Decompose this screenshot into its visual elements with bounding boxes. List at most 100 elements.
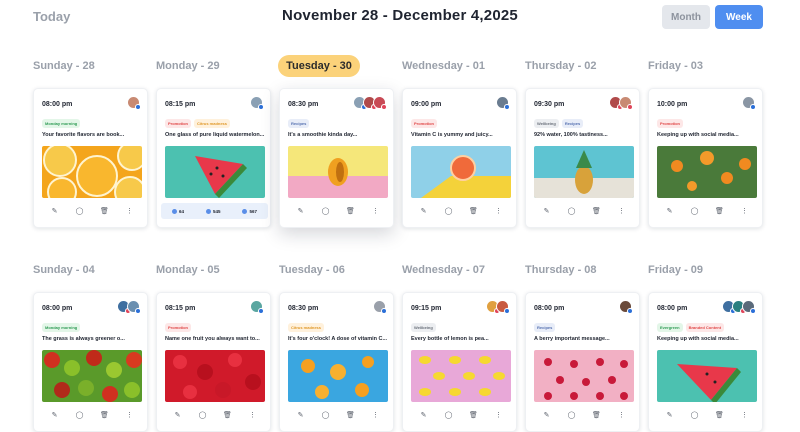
post-image[interactable]: [288, 350, 388, 402]
post-card[interactable]: 08:15 pm Promotion Name one fruit you alwa…: [156, 292, 271, 432]
day-header[interactable]: Tuesday - 06: [279, 259, 345, 281]
post-image[interactable]: [534, 146, 634, 198]
post-image[interactable]: [411, 146, 511, 198]
edit-icon[interactable]: ✎: [541, 205, 553, 217]
day-header-active[interactable]: Tuesday - 30: [278, 55, 360, 77]
delete-icon[interactable]: 🗑: [468, 205, 480, 217]
comment-icon[interactable]: ◯: [689, 409, 701, 421]
day-header[interactable]: Monday - 29: [156, 55, 220, 77]
edit-icon[interactable]: ✎: [664, 205, 676, 217]
post-image[interactable]: [411, 350, 511, 402]
post-image[interactable]: [165, 350, 265, 402]
account-avatars[interactable]: [722, 300, 756, 314]
post-card[interactable]: 08:00 pm Evergreen Branded Content Keeping …: [648, 292, 763, 432]
delete-icon[interactable]: 🗑: [99, 409, 111, 421]
account-avatars[interactable]: [486, 300, 510, 314]
comment-icon[interactable]: ◯: [74, 205, 86, 217]
comment-icon[interactable]: ◯: [566, 205, 578, 217]
post-image[interactable]: [657, 146, 757, 198]
comment-icon[interactable]: ◯: [197, 409, 209, 421]
comment-icon[interactable]: ◯: [320, 409, 332, 421]
post-time: 09:00 pm: [411, 101, 442, 108]
delete-icon[interactable]: 🗑: [468, 409, 480, 421]
edit-icon[interactable]: ✎: [418, 409, 430, 421]
edit-icon[interactable]: ✎: [49, 409, 61, 421]
comment-icon[interactable]: ◯: [443, 409, 455, 421]
edit-icon[interactable]: ✎: [49, 205, 61, 217]
account-avatars[interactable]: [373, 300, 387, 314]
delete-icon[interactable]: 🗑: [714, 205, 726, 217]
post-image[interactable]: [165, 146, 265, 198]
day-header[interactable]: Sunday - 04: [33, 259, 95, 281]
edit-icon[interactable]: ✎: [172, 409, 184, 421]
day-header[interactable]: Friday - 03: [648, 55, 703, 77]
comment-icon[interactable]: ◯: [320, 205, 332, 217]
more-icon[interactable]: ⋮: [739, 409, 751, 421]
day-header[interactable]: Wednesday - 01: [402, 55, 485, 77]
more-icon[interactable]: ⋮: [124, 205, 136, 217]
post-card[interactable]: 09:00 pm Promotion Vitamin C is yummy and …: [402, 88, 517, 228]
post-image[interactable]: [657, 350, 757, 402]
account-avatars[interactable]: [353, 96, 387, 110]
edit-icon[interactable]: ✎: [295, 409, 307, 421]
day-header[interactable]: Monday - 05: [156, 259, 220, 281]
post-card[interactable]: 08:00 pm Monday morning Your favorite flav…: [33, 88, 148, 228]
post-card[interactable]: 08:00 pm Recipes A berry important message…: [525, 292, 640, 432]
account-avatars[interactable]: [250, 96, 264, 110]
post-card[interactable]: 08:00 pm Monday morning The grass is alway…: [33, 292, 148, 432]
post-image[interactable]: [42, 146, 142, 198]
post-caption: Every bottle of lemon is pea...: [411, 336, 489, 342]
week-view-button[interactable]: Week: [715, 5, 763, 29]
account-avatars[interactable]: [496, 96, 510, 110]
post-card[interactable]: 09:15 pm Wellbeing Every bottle of lemon i…: [402, 292, 517, 432]
comment-icon[interactable]: ◯: [566, 409, 578, 421]
post-image[interactable]: [42, 350, 142, 402]
post-image[interactable]: [534, 350, 634, 402]
account-avatars[interactable]: [117, 300, 141, 314]
day-header[interactable]: Friday - 09: [648, 259, 703, 281]
day-header[interactable]: Thursday - 08: [525, 259, 597, 281]
account-avatars[interactable]: [609, 96, 633, 110]
account-avatars[interactable]: [619, 300, 633, 314]
edit-icon[interactable]: ✎: [295, 205, 307, 217]
comment-icon[interactable]: ◯: [689, 205, 701, 217]
delete-icon[interactable]: 🗑: [345, 409, 357, 421]
post-time: 08:00 pm: [534, 305, 565, 312]
post-image[interactable]: [288, 146, 388, 198]
delete-icon[interactable]: 🗑: [591, 205, 603, 217]
more-icon[interactable]: ⋮: [493, 409, 505, 421]
comment-icon[interactable]: ◯: [74, 409, 86, 421]
avatar: [619, 300, 633, 314]
day-header[interactable]: Sunday - 28: [33, 55, 95, 77]
post-card[interactable]: 08:30 pm Citrus madness It's four o'clock!…: [279, 292, 394, 432]
post-card[interactable]: 08:30 pm Recipes It's a smoothie kinda day…: [279, 88, 394, 228]
delete-icon[interactable]: 🗑: [222, 409, 234, 421]
more-icon[interactable]: ⋮: [616, 205, 628, 217]
edit-icon[interactable]: ✎: [664, 409, 676, 421]
more-icon[interactable]: ⋮: [739, 205, 751, 217]
edit-icon[interactable]: ✎: [541, 409, 553, 421]
account-avatars[interactable]: [742, 96, 756, 110]
account-avatars[interactable]: [250, 300, 264, 314]
edit-icon[interactable]: ✎: [418, 205, 430, 217]
post-card[interactable]: 09:30 pm Wellbeing Recipes 92% water, 100% …: [525, 88, 640, 228]
post-card[interactable]: 10:00 pm Promotion Keeping up with social …: [648, 88, 763, 228]
post-card[interactable]: 08:15 pm Promotion Citrus madness One glass…: [156, 88, 271, 228]
delete-icon[interactable]: 🗑: [99, 205, 111, 217]
delete-icon[interactable]: 🗑: [591, 409, 603, 421]
more-icon[interactable]: ⋮: [616, 409, 628, 421]
comment-icon[interactable]: ◯: [443, 205, 455, 217]
account-avatars[interactable]: [127, 96, 141, 110]
more-icon[interactable]: ⋮: [370, 409, 382, 421]
delete-icon[interactable]: 🗑: [345, 205, 357, 217]
more-icon[interactable]: ⋮: [247, 409, 259, 421]
month-view-button[interactable]: Month: [662, 5, 710, 29]
post-caption: Keeping up with social media...: [657, 132, 739, 138]
more-icon[interactable]: ⋮: [493, 205, 505, 217]
more-icon[interactable]: ⋮: [370, 205, 382, 217]
post-caption: 92% water, 100% tastiness...: [534, 132, 608, 138]
day-header[interactable]: Wednesday - 07: [402, 259, 485, 281]
delete-icon[interactable]: 🗑: [714, 409, 726, 421]
day-header[interactable]: Thursday - 02: [525, 55, 597, 77]
more-icon[interactable]: ⋮: [124, 409, 136, 421]
